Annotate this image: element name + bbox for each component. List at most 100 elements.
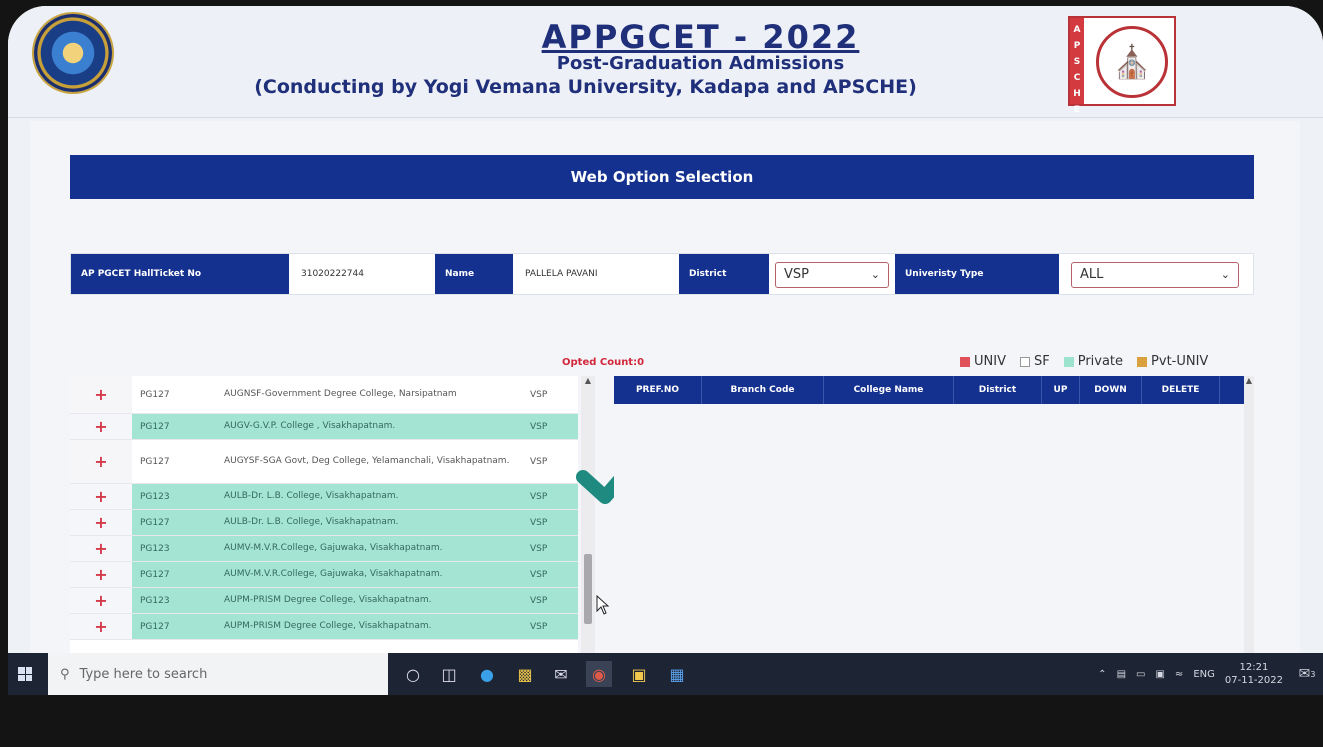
options-table-scrollbar[interactable]: ▲	[1244, 376, 1254, 666]
scrollbar-thumb[interactable]	[584, 554, 592, 624]
branch-code: PG127	[132, 562, 214, 587]
college-row: + PG123 AUPM-PRISM Degree College, Visakha…	[70, 588, 578, 614]
college-name: AUGYSF-SGA Govt, Deg College, Yelamancha…	[224, 456, 510, 466]
legend-item: UNIV	[960, 354, 1006, 369]
search-placeholder: Type here to search	[79, 666, 208, 682]
branch-code: PG127	[132, 614, 214, 639]
add-option-button[interactable]: +	[70, 614, 132, 639]
cortana-icon[interactable]: ○	[400, 661, 426, 687]
college-list: + PG127 AUGNSF-Government Degree College, …	[70, 376, 578, 666]
college-list-scrollbar[interactable]: ▲	[581, 376, 595, 666]
legend-label: Private	[1077, 354, 1124, 369]
wifi-icon[interactable]: ≈	[1175, 669, 1183, 680]
college-district: VSP	[516, 510, 578, 535]
photos-icon[interactable]: ▦	[664, 661, 690, 687]
windows-logo-icon	[18, 667, 32, 681]
browser-screen: APPGCET - 2022 Post-Graduation Admission…	[8, 6, 1323, 695]
start-button[interactable]	[8, 653, 42, 695]
display-icon[interactable]: ▣	[1155, 669, 1164, 680]
add-option-button[interactable]: +	[70, 510, 132, 535]
apsche-letter: A	[1073, 25, 1081, 35]
legend-item: Private	[1063, 354, 1124, 369]
opted-count: Opted Count:0	[562, 357, 645, 368]
college-district: VSP	[516, 562, 578, 587]
notification-icon[interactable]: ✉ 3	[1295, 662, 1319, 686]
add-option-button[interactable]: +	[70, 414, 132, 439]
legend-label: SF	[1033, 354, 1050, 369]
taskbar-search[interactable]: ⚲ Type here to search	[48, 653, 388, 695]
legend-swatch	[1063, 356, 1074, 367]
college-district: VSP	[516, 414, 578, 439]
apsche-logo: APSCHE ⛪	[1068, 16, 1176, 115]
legend-label: UNIV	[974, 354, 1006, 369]
college-name: AUPM-PRISM Degree College, Visakhapatnam…	[214, 588, 516, 613]
edge-browser-icon[interactable]: ●	[474, 661, 500, 687]
college-name: AUGNSF-Government Degree College, Narsip…	[224, 389, 457, 399]
legend-label: Pvt-UNIV	[1151, 354, 1209, 369]
college-row: + PG127 AUPM-PRISM Degree College, Visakha…	[70, 614, 578, 640]
college-row: + PG123 AUMV-M.V.R.College, Gajuwaka, Visa…	[70, 536, 578, 562]
scroll-up-icon[interactable]: ▲	[581, 376, 595, 390]
apsche-letter: E	[1073, 105, 1081, 115]
district-select-value: VSP	[784, 267, 809, 282]
university-type-label: Univeristy Type	[895, 254, 1059, 294]
university-type-select[interactable]: ALL ⌄	[1071, 262, 1239, 288]
network-icon[interactable]: ▤	[1117, 669, 1126, 680]
college-row: + PG127 AUGNSF-Government Degree College, …	[70, 376, 578, 414]
add-option-button[interactable]: +	[70, 588, 132, 613]
college-name: AUGV-G.V.P. College , Visakhapatnam.	[214, 414, 516, 439]
college-name: AUMV-M.V.R.College, Gajuwaka, Visakhapat…	[214, 562, 516, 587]
clock[interactable]: 12:21 07-11-2022	[1225, 661, 1283, 687]
chrome-icon[interactable]: ◉	[586, 661, 612, 687]
apsche-letter: H	[1073, 89, 1081, 99]
battery-icon[interactable]: ▭	[1136, 669, 1145, 680]
apsche-letter: C	[1073, 73, 1081, 83]
task-view-icon[interactable]: ◫	[436, 661, 462, 687]
hallticket-label: AP PGCET HallTicket No	[71, 254, 289, 294]
add-option-button[interactable]: +	[70, 536, 132, 561]
store-icon[interactable]: ▣	[626, 661, 652, 687]
branch-code: PG123	[132, 484, 214, 509]
apsche-letters: APSCHE	[1070, 18, 1084, 115]
college-row: + PG127 AUGYSF-SGA Govt, Deg College, Yela…	[70, 440, 578, 484]
selected-options-table: PREF.NO Branch Code College Name District UP…	[614, 376, 1244, 666]
options-header-cell: PREF.NO	[614, 376, 702, 404]
college-row: + PG123 AULB-Dr. L.B. College, Visakhapatn…	[70, 484, 578, 510]
file-explorer-icon[interactable]: ▩	[512, 661, 538, 687]
university-type-value: ALL	[1080, 267, 1104, 282]
legend: UNIV SF Private Pvt-UNIV	[960, 354, 1208, 369]
options-header-cell: District	[954, 376, 1042, 404]
options-header-cell: DELETE	[1142, 376, 1220, 404]
apsche-letter: P	[1073, 41, 1081, 51]
options-table-header: PREF.NO Branch Code College Name District UP…	[614, 376, 1244, 404]
main-content: Web Option Selection AP PGCET HallTicket…	[30, 121, 1300, 666]
chevron-up-icon[interactable]: ⌃	[1098, 669, 1106, 680]
legend-item: Pvt-UNIV	[1137, 354, 1208, 369]
options-header-cell: Branch Code	[702, 376, 824, 404]
add-option-button[interactable]: +	[70, 562, 132, 587]
apsche-emblem-icon: ⛪	[1096, 26, 1168, 98]
college-row: + PG127 AULB-Dr. L.B. College, Visakhapatn…	[70, 510, 578, 536]
system-tray: ⌃ ▤ ▭ ▣ ≈ ENG 12:21 07-11-2022	[1098, 653, 1283, 695]
branch-code: PG123	[132, 588, 214, 613]
legend-swatch	[960, 356, 970, 367]
branch-code: PG123	[132, 536, 214, 561]
mail-icon[interactable]: ✉	[548, 661, 574, 687]
chevron-down-icon: ⌄	[870, 268, 880, 281]
hallticket-value: 31020222744	[301, 269, 364, 279]
apsche-letter: S	[1073, 57, 1081, 67]
language-indicator[interactable]: ENG	[1193, 669, 1215, 680]
branch-code: PG127	[140, 456, 170, 467]
web-option-banner: Web Option Selection	[70, 155, 1254, 199]
college-name: AUPM-PRISM Degree College, Visakhapatnam…	[214, 614, 516, 639]
options-header-cell: UP	[1042, 376, 1080, 404]
add-option-button[interactable]: +	[70, 484, 132, 509]
mouse-cursor-icon	[596, 595, 610, 615]
college-district: VSP	[516, 484, 578, 509]
scroll-up-icon[interactable]: ▲	[1246, 376, 1252, 385]
add-option-button[interactable]: +	[70, 440, 132, 483]
district-select[interactable]: VSP ⌄	[775, 262, 889, 288]
windows-taskbar: ⚲ Type here to search ○ ◫ ● ▩ ✉ ◉ ▣ ▦ ⌃ …	[8, 653, 1323, 695]
add-option-button[interactable]: +	[70, 376, 132, 413]
college-district: VSP	[516, 536, 578, 561]
